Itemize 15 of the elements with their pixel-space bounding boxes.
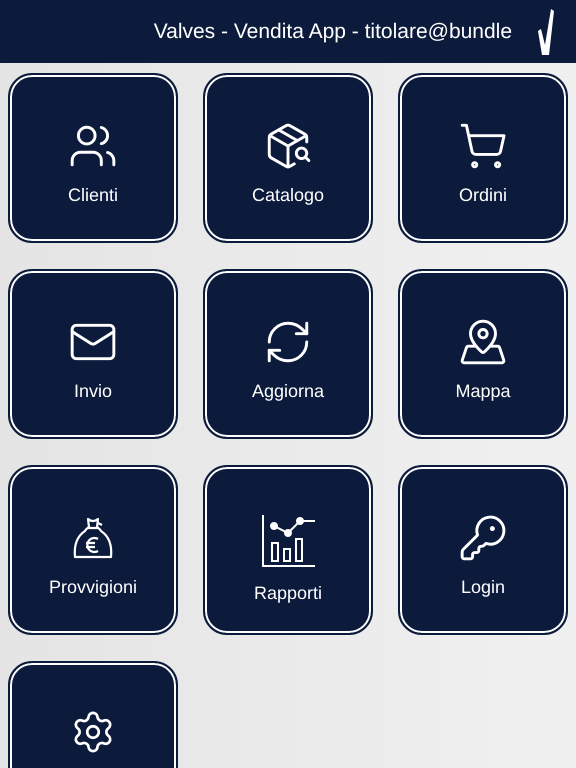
menu-tile[interactable]: Rapporti [203, 465, 373, 635]
map-pin-icon [458, 317, 508, 367]
menu-tile[interactable]: Mappa [398, 269, 568, 439]
menu-tile[interactable]: Provvigioni [8, 465, 178, 635]
menu-tile[interactable]: Aggiorna [203, 269, 373, 439]
menu-tile[interactable]: Invio [8, 269, 178, 439]
menu-tile[interactable]: Login [398, 465, 568, 635]
menu-tile[interactable]: Clienti [8, 73, 178, 243]
key-icon [458, 513, 508, 563]
cart-icon [458, 121, 508, 171]
menu-tile[interactable]: Catalogo [203, 73, 373, 243]
logo-icon [538, 8, 554, 54]
app-title: Valves - Vendita App - titolare@bundle [154, 20, 512, 44]
menu-tile[interactable]: Ordini [398, 73, 568, 243]
chart-icon [260, 513, 316, 569]
